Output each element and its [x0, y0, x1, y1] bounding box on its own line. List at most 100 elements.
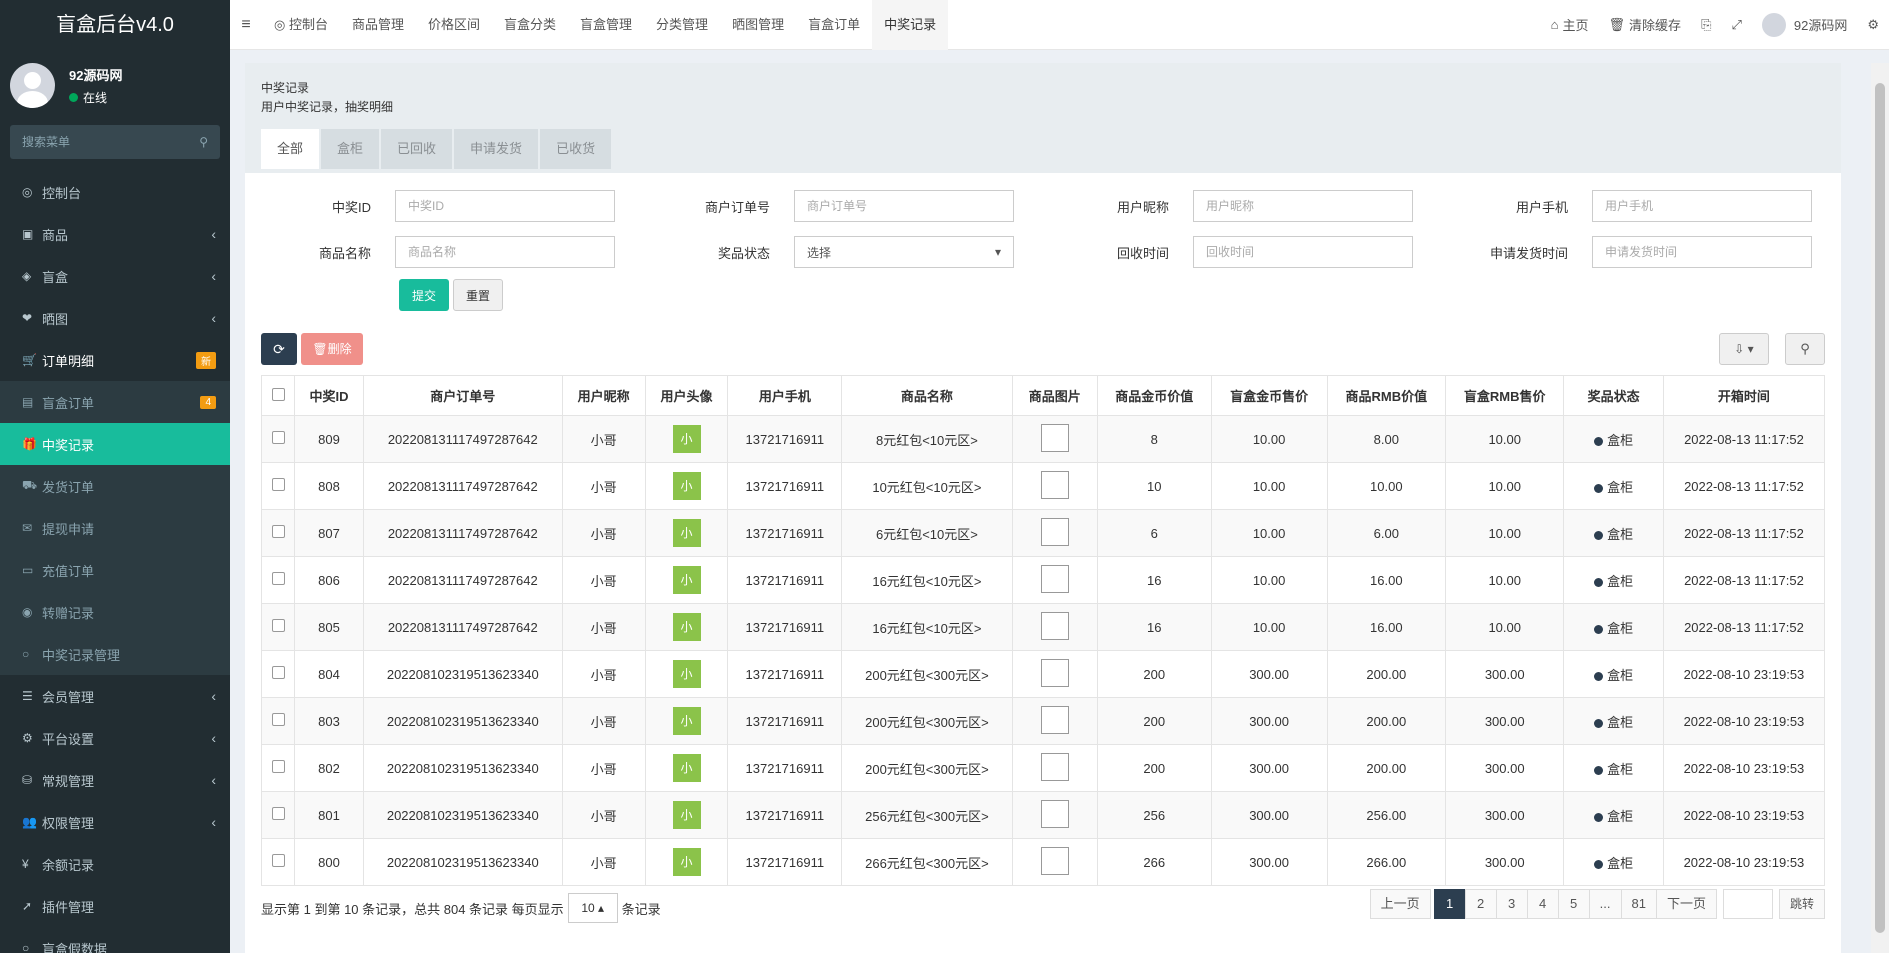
column-header[interactable]: 商户订单号	[362, 375, 563, 416]
prev-page-button[interactable]: 上一页	[1369, 889, 1431, 919]
refresh-button[interactable]: ⟳	[261, 333, 297, 365]
column-header[interactable]: 用户头像	[644, 375, 729, 416]
filter-input[interactable]	[1193, 190, 1413, 222]
top-tab-6[interactable]: 分类管理	[644, 0, 720, 50]
status-tab-5[interactable]: 已收货	[540, 129, 612, 169]
sidebar-item-14[interactable]: ⚙ 平台设置 ‹	[0, 717, 230, 759]
sidebar-item-11[interactable]: ◉ 转赠记录	[0, 591, 230, 633]
column-header[interactable]: 盲盒RMB售价	[1445, 375, 1565, 416]
page-button[interactable]: 4	[1526, 889, 1559, 919]
status-select[interactable]: 选择 ▾	[794, 236, 1014, 268]
app-logo[interactable]: 盲盒后台v4.0	[0, 0, 230, 50]
settings-gear-icon[interactable]: ⚙	[1857, 17, 1889, 33]
next-page-button[interactable]: 下一页	[1655, 889, 1717, 919]
home-link[interactable]: ⌂ 主页	[1541, 15, 1599, 34]
page-button[interactable]: ...	[1588, 889, 1622, 919]
status-tab-3[interactable]: 已回收	[381, 129, 453, 169]
top-tab-9[interactable]: 中奖记录	[872, 0, 949, 50]
sidebar-item-10[interactable]: ▭ 充值订单	[0, 549, 230, 591]
column-header[interactable]: 商品图片	[1011, 375, 1098, 416]
row-checkbox[interactable]	[271, 760, 285, 773]
status-tab-4[interactable]: 申请发货	[454, 129, 539, 169]
sidebar-item-17[interactable]: ¥ 余额记录	[0, 843, 230, 885]
top-tab-3[interactable]: 价格区间	[416, 0, 492, 50]
row-checkbox[interactable]	[271, 619, 285, 632]
filter-input[interactable]	[395, 236, 615, 268]
top-tab-7[interactable]: 晒图管理	[720, 0, 796, 50]
product-image[interactable]	[1040, 564, 1069, 593]
column-header[interactable]: 商品金币价值	[1096, 375, 1212, 416]
status-tab-2[interactable]: 盒柜	[321, 129, 380, 169]
column-header[interactable]: 商品RMB价值	[1326, 375, 1447, 416]
column-header[interactable]: 开箱时间	[1662, 375, 1826, 416]
page-button[interactable]: 1	[1433, 889, 1466, 919]
sidebar-item-13[interactable]: ☰ 会员管理 ‹	[0, 675, 230, 717]
sidebar-item-5[interactable]: 🛒 订单明细 新	[0, 339, 230, 381]
search-icon[interactable]: ⚲	[199, 135, 208, 149]
sidebar-item-12[interactable]: ○ 中奖记录管理	[0, 633, 230, 675]
sidebar-item-8[interactable]: ⛟ 发货订单	[0, 465, 230, 507]
sidebar-item-1[interactable]: ◎ 控制台	[0, 171, 230, 213]
sidebar-item-16[interactable]: 👥 权限管理 ‹	[0, 801, 230, 843]
reset-button[interactable]: 重置	[453, 279, 503, 311]
vertical-scrollbar[interactable]	[1871, 63, 1889, 953]
page-button[interactable]: 3	[1495, 889, 1528, 919]
sidebar-item-9[interactable]: ✉ 提现申请	[0, 507, 230, 549]
user-menu[interactable]: 92源码网	[1752, 12, 1857, 37]
product-image[interactable]	[1040, 846, 1069, 875]
row-checkbox[interactable]	[271, 713, 285, 726]
jump-button[interactable]: 跳转	[1778, 889, 1825, 919]
sidebar-item-4[interactable]: ❤ 晒图 ‹	[0, 297, 230, 339]
sidebar-item-7[interactable]: 🎁 中奖记录	[0, 423, 230, 465]
export-button[interactable]: ⇩ ▾	[1719, 333, 1769, 365]
product-image[interactable]	[1040, 752, 1069, 781]
row-checkbox[interactable]	[271, 478, 285, 491]
row-checkbox[interactable]	[271, 666, 285, 679]
product-image[interactable]	[1040, 799, 1069, 828]
clear-cache-button[interactable]: 🗑 清除缓存	[1599, 15, 1692, 34]
product-image[interactable]	[1040, 611, 1069, 640]
column-header[interactable]: 用户昵称	[561, 375, 646, 416]
sidebar-item-2[interactable]: ▣ 商品 ‹	[0, 213, 230, 255]
sidebar-search-input[interactable]	[22, 135, 172, 149]
column-header[interactable]: 用户手机	[727, 375, 843, 416]
product-image[interactable]	[1040, 470, 1069, 499]
page-button[interactable]: 81	[1620, 889, 1657, 919]
product-image[interactable]	[1040, 517, 1069, 546]
menu-toggle-icon[interactable]: ≡	[230, 16, 262, 34]
sidebar-item-19[interactable]: ○ 盲盒假数据	[0, 927, 230, 953]
page-jump-input[interactable]	[1722, 889, 1773, 919]
filter-input[interactable]	[1592, 190, 1812, 222]
top-tab-2[interactable]: 商品管理	[340, 0, 416, 50]
page-button[interactable]: 2	[1464, 889, 1497, 919]
top-tab-8[interactable]: 盲盒订单	[796, 0, 872, 50]
page-size-select[interactable]: 10 ▴	[567, 893, 618, 923]
row-checkbox[interactable]	[271, 525, 285, 538]
column-header[interactable]: 商品名称	[841, 375, 1013, 416]
top-tab-1[interactable]: ◎ 控制台	[262, 0, 340, 50]
fullscreen-icon[interactable]: ⤢	[1721, 17, 1751, 33]
row-checkbox[interactable]	[271, 431, 285, 444]
row-checkbox[interactable]	[271, 807, 285, 820]
filter-input[interactable]	[395, 190, 615, 222]
sidebar-item-18[interactable]: ➚ 插件管理	[0, 885, 230, 927]
sidebar-item-6[interactable]: ▤ 盲盒订单 4	[0, 381, 230, 423]
top-tab-4[interactable]: 盲盒分类	[492, 0, 568, 50]
column-header[interactable]: 奖品状态	[1563, 375, 1664, 416]
toggle-search-button[interactable]: ⚲	[1785, 333, 1825, 365]
top-tab-5[interactable]: 盲盒管理	[568, 0, 644, 50]
column-header[interactable]: 盲盒金币售价	[1210, 375, 1328, 416]
delete-button[interactable]: 🗑删除	[301, 333, 363, 365]
page-button[interactable]: 5	[1557, 889, 1590, 919]
scrollbar-thumb[interactable]	[1875, 83, 1885, 933]
row-checkbox[interactable]	[271, 854, 285, 867]
select-all-checkbox[interactable]	[271, 387, 285, 401]
submit-button[interactable]: 提交	[399, 279, 449, 311]
product-image[interactable]	[1040, 705, 1069, 734]
product-image[interactable]	[1040, 658, 1069, 687]
sidebar-item-15[interactable]: ⛁ 常规管理 ‹	[0, 759, 230, 801]
sidebar-item-3[interactable]: ◈ 盲盒 ‹	[0, 255, 230, 297]
filter-input[interactable]	[1592, 236, 1812, 268]
filter-input[interactable]	[1193, 236, 1413, 268]
product-image[interactable]	[1040, 423, 1069, 452]
